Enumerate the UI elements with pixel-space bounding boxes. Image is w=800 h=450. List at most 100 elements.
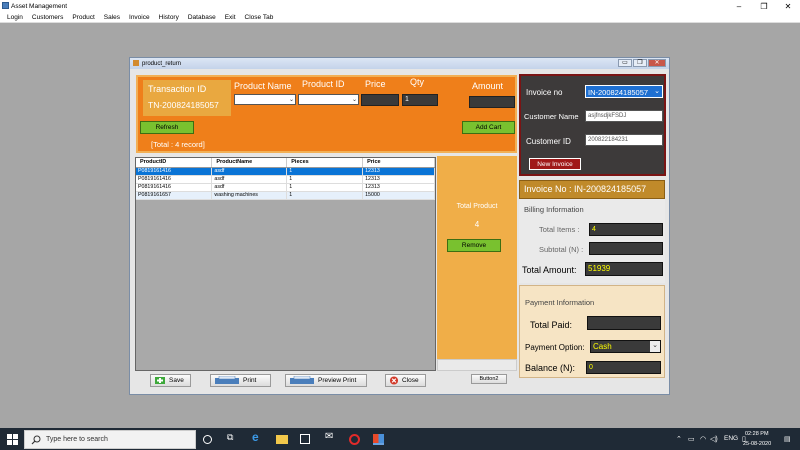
table-row[interactable]: P0819161657 washing machines 1 15000 [136,191,435,200]
payment-option-select[interactable]: Cash ⌄ [590,340,661,353]
remove-button[interactable]: Remove [447,239,501,252]
mail-icon[interactable]: ✉ [325,431,337,443]
column-header-product-name[interactable]: ProductName [211,158,288,168]
menu-sales[interactable]: Sales [104,14,120,21]
subtotal-field[interactable] [589,242,663,255]
transaction-box: Transaction ID TN-200824185057 [143,80,231,116]
total-items-field[interactable]: 4 [589,223,663,236]
printer-icon [290,376,314,384]
price-field[interactable] [361,94,399,106]
volume-icon[interactable]: ◁) [710,435,718,443]
minimize-button[interactable]: – [727,0,751,12]
menu-login[interactable]: Login [7,14,23,21]
child-minimize-button[interactable]: ▭ [618,59,632,67]
app-icon [2,2,9,9]
qty-field[interactable]: 1 [402,94,438,106]
preview-print-button[interactable]: Preview Print [285,374,367,387]
menu-exit[interactable]: Exit [225,14,236,21]
new-invoice-button[interactable]: New Invoice [529,158,581,170]
child-titlebar: product_return [130,58,669,69]
invoice-no-select[interactable]: IN-200824185057 ⌄ [585,85,663,98]
middle-footer-bar [437,359,517,371]
chevron-down-icon: ⌄ [288,97,294,103]
invoice-header-text: Invoice No : IN-200824185057 [524,184,647,194]
opera-icon[interactable] [349,434,360,445]
menu-close-tab[interactable]: Close Tab [245,14,274,21]
column-header-product-id[interactable]: ProductID [136,158,213,168]
menu-product[interactable]: Product [72,14,94,21]
edge-browser-icon[interactable]: e [252,430,264,444]
save-button[interactable]: Save [150,374,191,387]
cart-grid[interactable]: ProductID ProductName Pieces Price P0819… [135,157,436,371]
column-header-price[interactable]: Price [362,158,435,168]
language-indicator[interactable]: ENG [724,435,738,442]
child-close-button[interactable]: ✕ [648,59,666,67]
cell-pieces: 1 [286,167,364,176]
button2[interactable]: Button2 [471,374,507,384]
total-product-panel: Total Product 4 Remove [437,156,517,371]
windows-start-icon[interactable] [7,434,18,445]
maximize-button[interactable]: ❐ [752,0,776,12]
child-window-icon [133,60,139,66]
payment-section: Payment Information Total Paid: Payment … [519,285,665,378]
print-button[interactable]: Print [210,374,271,387]
cell-product-name: asdf [211,183,288,192]
amount-label: Amount [472,81,504,91]
payment-option-label: Payment Option: [525,343,585,352]
action-button-bar: Save Print Preview Print Close [136,371,437,391]
cell-price: 12313 [362,167,435,176]
total-paid-field[interactable] [587,316,661,330]
wifi-icon[interactable]: ◠ [700,435,706,443]
transaction-id-value: TN-200824185057 [148,100,219,110]
product-return-window: product_return ▭ ❐ ✕ Transaction ID TN-2… [129,57,670,395]
child-window-title: product_return [142,60,182,67]
clock-date[interactable]: 25-08-2020 [743,441,771,447]
customer-name-field[interactable]: asjfnsdjkFSDJ [585,110,663,122]
app-titlebar: Asset Management [0,0,800,12]
product-entry-panel: Transaction ID TN-200824185057 Product N… [136,75,517,153]
cell-pieces: 1 [286,183,364,192]
cart-table: ProductID ProductName Pieces Price P0819… [136,158,435,200]
billing-section: Billing Information Total Items : 4 Subt… [519,199,665,283]
chevron-down-icon: ⌄ [351,97,357,103]
payment-section-label: Payment Information [525,298,595,307]
notification-icon[interactable]: ▤ [784,435,791,443]
cell-price: 12313 [362,183,435,192]
people-icon[interactable]: ⌃ [676,435,682,443]
asset-management-taskbar-icon[interactable] [373,434,384,445]
product-name-select[interactable]: ⌄ [234,94,296,105]
cortana-icon[interactable] [203,435,212,444]
task-view-icon[interactable]: ⧉ [227,432,239,444]
table-row[interactable]: P0819161416 asdf 1 12313 [136,167,435,176]
network-icon[interactable]: ▭ [688,435,695,443]
balance-field[interactable]: 0 [586,361,661,374]
cell-product-id: P0819161416 [136,167,213,176]
menu-invoice[interactable]: Invoice [129,14,150,21]
customer-id-field[interactable]: 200822184231 [585,134,663,146]
menu-customers[interactable]: Customers [32,14,63,21]
amount-field[interactable] [469,96,515,108]
product-name-label: Product Name [234,81,292,91]
refresh-button[interactable]: Refresh [140,121,194,134]
total-amount-label: Total Amount: [522,265,577,275]
price-label: Price [365,79,386,89]
app-title: Asset Management [11,2,68,10]
invoice-no-value: IN-200824185057 [588,88,649,97]
invoice-panel: Invoice no IN-200824185057 ⌄ Customer Na… [519,74,666,176]
close-button[interactable]: Close [385,374,426,387]
add-cart-button[interactable]: Add Cart [462,121,515,134]
cell-product-name: asdf [211,175,288,184]
menu-database[interactable]: Database [188,14,216,21]
table-row[interactable]: P0819161416 asdf 1 12313 [136,175,435,184]
product-id-select[interactable]: ⌄ [298,94,359,105]
column-header-pieces[interactable]: Pieces [286,158,364,168]
file-explorer-icon[interactable] [276,435,288,444]
table-row[interactable]: P0819161416 asdf 1 12313 [136,183,435,192]
store-icon[interactable] [300,434,310,444]
menu-history[interactable]: History [159,14,179,21]
total-amount-field[interactable]: 51939 [585,262,663,276]
taskbar-search[interactable]: Type here to search [24,430,196,449]
close-window-button[interactable]: ✕ [776,0,800,12]
clock-time[interactable]: 02:28 PM [745,431,769,437]
child-restore-button[interactable]: ❐ [633,59,647,67]
